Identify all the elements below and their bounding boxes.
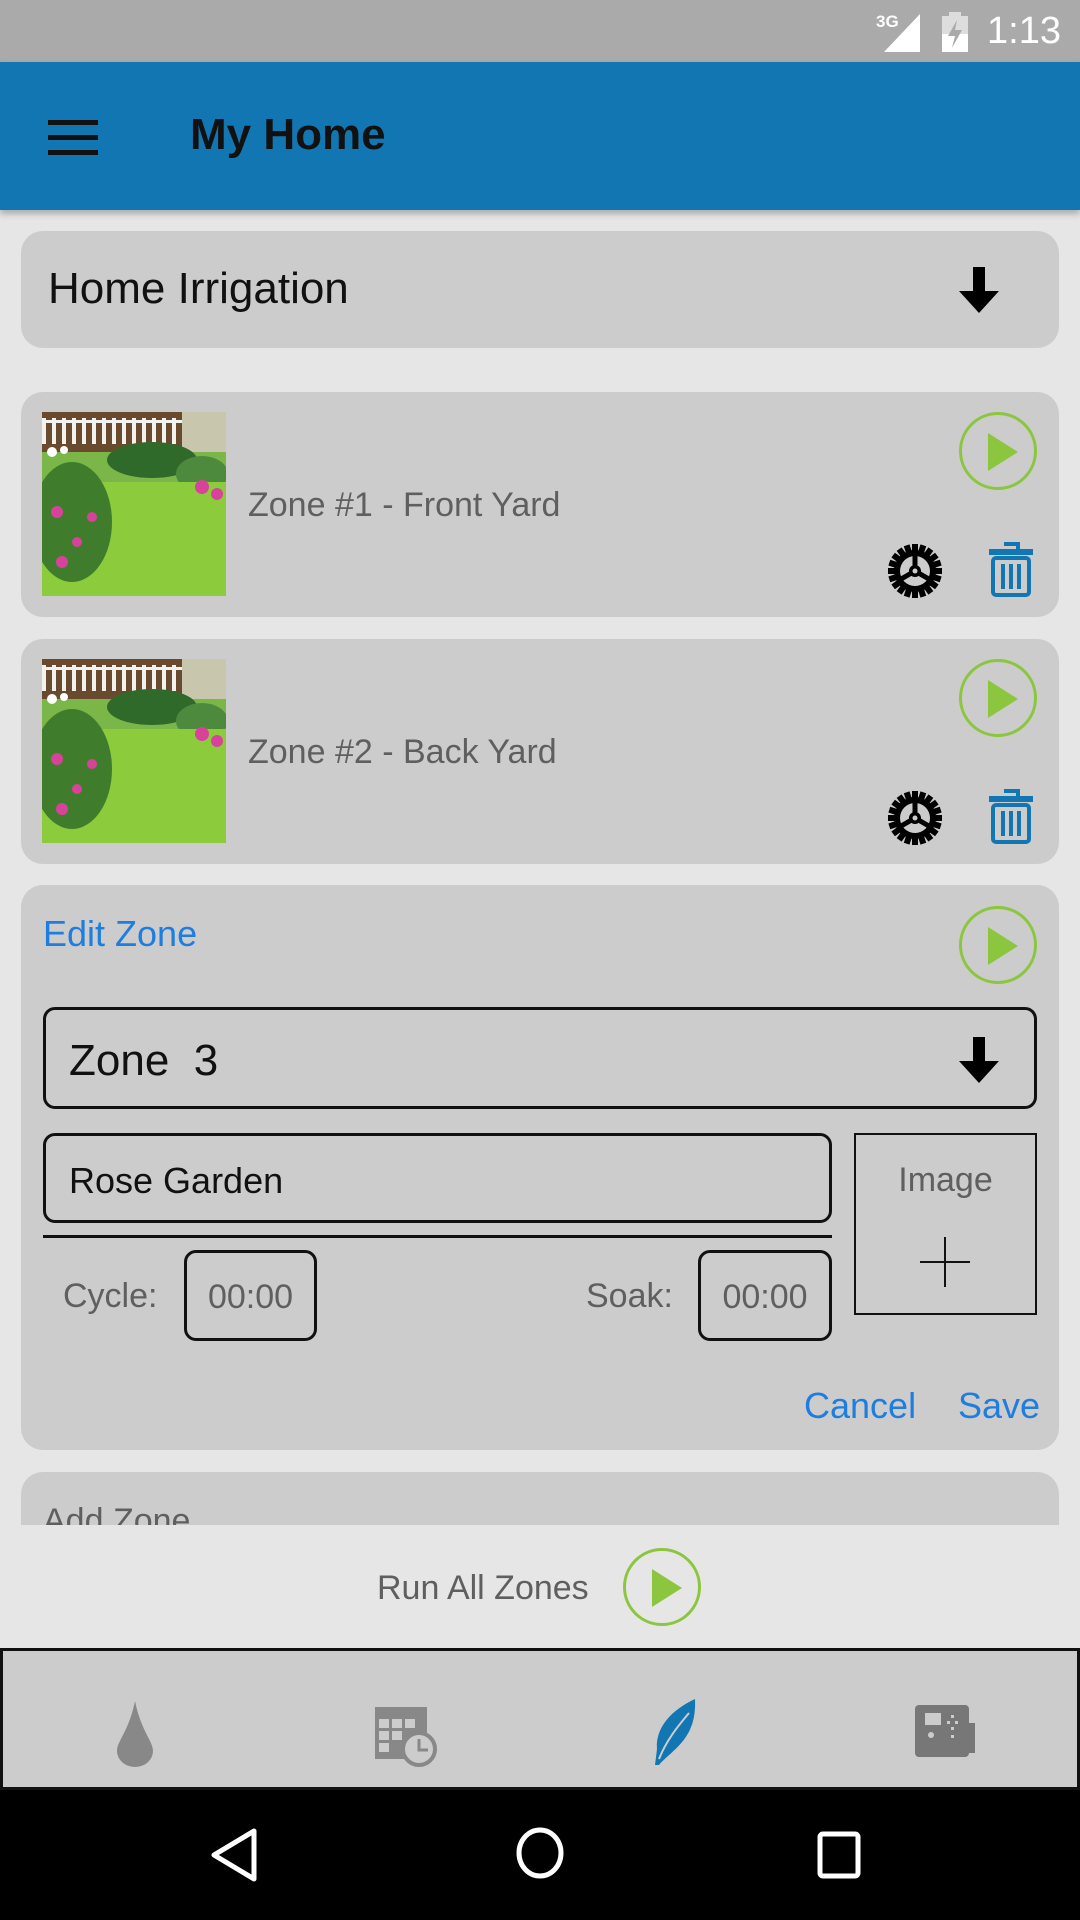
back-icon[interactable]	[210, 1828, 260, 1882]
zone-name: Zone #2 - Back Yard	[248, 733, 557, 771]
run-zone-button[interactable]	[959, 659, 1037, 737]
zone-card[interactable]: Zone #1 - Front Yard	[21, 392, 1059, 617]
divider	[43, 1235, 832, 1238]
run-all-label: Run All Zones	[377, 1569, 589, 1607]
save-button[interactable]: Save	[958, 1385, 1040, 1427]
cycle-input[interactable]: 00:00	[184, 1250, 317, 1341]
play-icon	[988, 927, 1018, 965]
trash-icon[interactable]	[988, 541, 1034, 597]
zone-card[interactable]: Zone #2 - Back Yard	[21, 639, 1059, 864]
run-all-bar: Run All Zones	[0, 1525, 1080, 1648]
play-icon	[988, 433, 1018, 471]
image-label: Image	[898, 1161, 993, 1199]
arrow-down-icon	[959, 1037, 999, 1083]
zone-photo	[42, 412, 226, 596]
hamburger-icon[interactable]	[48, 120, 98, 156]
cancel-button[interactable]: Cancel	[804, 1385, 916, 1427]
controller-dropdown[interactable]: Home Irrigation	[21, 231, 1059, 348]
gear-icon[interactable]	[887, 790, 943, 846]
zone-photo	[42, 659, 226, 843]
run-all-button[interactable]	[623, 1548, 701, 1626]
leaf-icon[interactable]	[653, 1699, 703, 1767]
zone-number-select[interactable]: Zone 3	[43, 1007, 1037, 1109]
home-icon[interactable]	[514, 1826, 566, 1880]
edit-zone-card: Edit Zone Zone 3 Rose Garden Image Cycle…	[21, 885, 1059, 1450]
controller-icon[interactable]	[913, 1703, 977, 1759]
zone-name-value: Rose Garden	[69, 1160, 284, 1201]
water-drop-icon[interactable]	[115, 1701, 155, 1767]
zone-name-input[interactable]: Rose Garden	[43, 1133, 832, 1223]
cycle-label: Cycle:	[63, 1277, 158, 1315]
calendar-clock-icon[interactable]	[373, 1701, 439, 1767]
app-bar: My Home	[0, 62, 1080, 210]
cycle-value: 00:00	[207, 1278, 294, 1316]
recents-icon[interactable]	[816, 1830, 866, 1880]
bottom-nav	[0, 1648, 1080, 1790]
play-icon	[988, 680, 1018, 718]
arrow-down-icon	[959, 267, 999, 313]
gear-icon[interactable]	[887, 543, 943, 599]
clock: 1:13	[987, 10, 1061, 52]
zone-number-value: Zone 3	[69, 1036, 219, 1085]
run-zone-button[interactable]	[959, 412, 1037, 490]
image-picker[interactable]: Image	[854, 1133, 1037, 1315]
edit-zone-heading: Edit Zone	[43, 913, 198, 954]
soak-value: 00:00	[722, 1278, 808, 1316]
soak-label: Soak:	[586, 1277, 673, 1315]
battery-icon	[942, 12, 968, 52]
plus-icon	[920, 1237, 970, 1287]
status-bar: 3G 1:13	[0, 0, 1080, 62]
play-icon	[652, 1569, 682, 1607]
controller-value: Home Irrigation	[48, 264, 349, 313]
run-zone-button[interactable]	[959, 906, 1037, 984]
trash-icon[interactable]	[988, 788, 1034, 844]
signal-icon	[884, 14, 920, 52]
soak-input[interactable]: 00:00	[698, 1250, 832, 1341]
zone-name: Zone #1 - Front Yard	[248, 486, 561, 524]
page-title: My Home	[190, 110, 386, 159]
system-nav-bar	[0, 1790, 1080, 1920]
